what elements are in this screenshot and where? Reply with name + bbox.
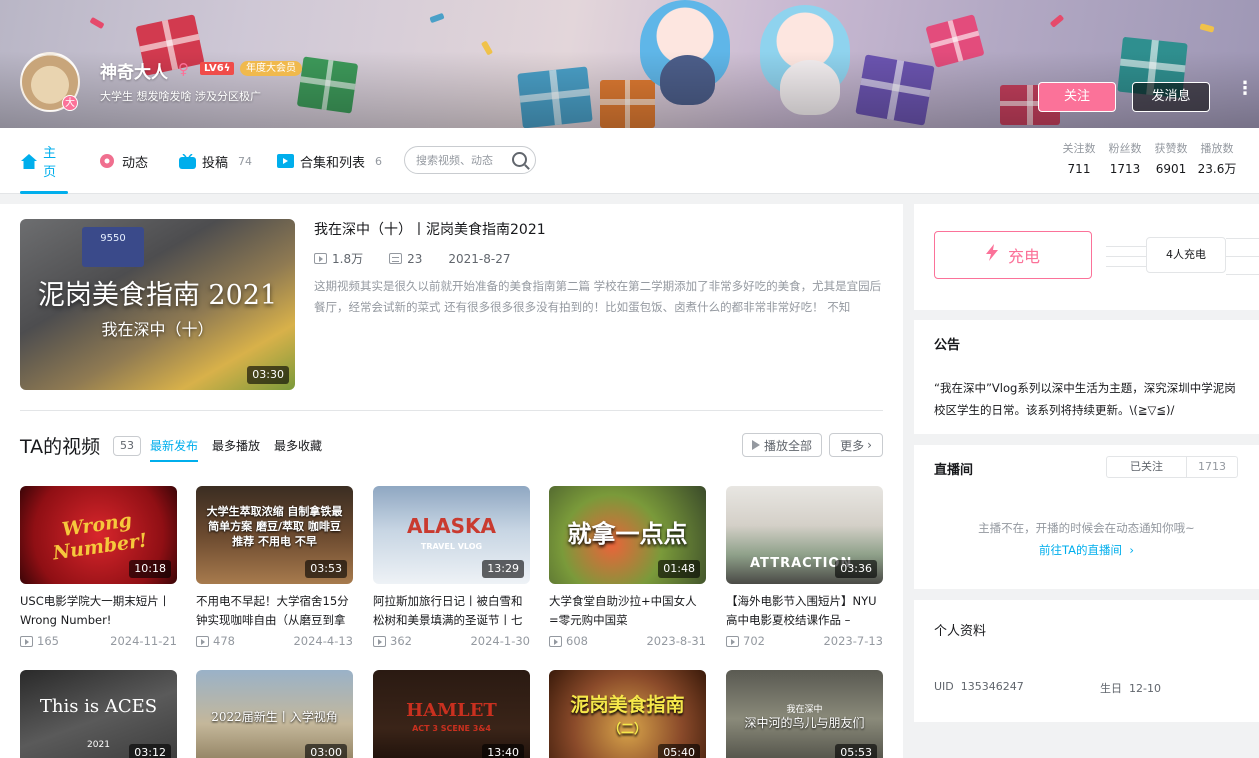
play-count-icon <box>373 635 386 647</box>
username: 神奇大人 <box>100 63 168 83</box>
play-count-icon <box>20 635 33 647</box>
video-card[interactable]: ALASKA TRAVEL VLOG 13:29 阿拉斯加旅行日记丨被白雪和松树… <box>373 486 530 648</box>
profile-uid: UID 135346247 <box>934 680 1024 693</box>
charge-count[interactable]: 4人充电 <box>1146 237 1226 273</box>
playlist-icon <box>276 153 294 169</box>
thumbnail-title: 泥岗美食指南 2021 <box>37 280 278 311</box>
stat-following[interactable]: 关注数 711 <box>1056 141 1102 181</box>
search-box <box>404 146 536 174</box>
annual-vip-medal[interactable]: 年度大会员 <box>240 61 302 76</box>
main-content: 9550 泥岗美食指南 2021 我在深中（十） 03:30 我在深中（十）丨泥… <box>0 204 903 758</box>
tab-home[interactable]: 主页 <box>20 128 68 194</box>
video-thumbnail[interactable]: 就拿一点点 01:48 <box>549 486 706 584</box>
video-thumbnail[interactable]: 大学生萃取浓缩 自制拿铁最简单方案 磨豆/萃取 咖啡豆推荐 不用电 不早 03:… <box>196 486 353 584</box>
profile-title: 个人资料 <box>934 624 987 639</box>
live-follow-toggle[interactable]: 已关注 1713 <box>1106 456 1238 478</box>
user-signature: 大学生 想发啥发啥 涉及分区极广 <box>100 90 261 103</box>
play-count-icon <box>726 635 739 647</box>
video-card[interactable]: 就拿一点点 01:48 大学食堂自助沙拉+中国女人=零元购中国菜 608 2023… <box>549 486 706 648</box>
videos-section-title: TA的视频 <box>20 436 101 458</box>
thumbnail-subtitle: 我在深中（十） <box>101 320 214 339</box>
video-title[interactable]: USC电影学院大一期末短片丨Wrong Number! <box>20 592 177 630</box>
play-count-icon <box>196 635 209 647</box>
video-card[interactable]: Wrong Number! 10:18 USC电影学院大一期末短片丨Wrong … <box>20 486 177 648</box>
play-count-icon <box>549 635 562 647</box>
notice-panel: 公告 “我在深中”Vlog系列以深中生活为主题，深究深圳中学泥岗校区学生的日常。… <box>914 320 1259 434</box>
scale-display: 9550 <box>82 227 144 267</box>
stat-plays: 播放数 23.6万 <box>1197 142 1237 176</box>
flower-icon <box>98 153 116 169</box>
play-all-button[interactable]: 播放全部 <box>742 433 822 457</box>
featured-video-meta: 1.8万 23 2021-8-27 <box>314 250 510 267</box>
profile-panel: 个人资料 UID 135346247 生日 12-10 <box>914 600 1259 722</box>
sort-tab-most-favorited[interactable]: 最多收藏 <box>274 437 322 454</box>
stat-likes: 获赞数 6901 <box>1154 142 1188 176</box>
lightning-icon <box>985 244 998 266</box>
charge-panel: 充电 4人充电 <box>914 204 1259 310</box>
stat-followers[interactable]: 粉丝数 1713 <box>1102 141 1148 181</box>
more-videos-button[interactable]: 更多 › <box>829 433 883 457</box>
search-icon[interactable] <box>512 152 527 167</box>
live-title: 直播间 <box>934 463 974 478</box>
chevron-right-icon: › <box>1129 543 1134 557</box>
tv-icon <box>178 153 196 169</box>
video-title[interactable]: 不用电不早起！大学宿舍15分钟实现咖啡自由（从磨豆到拿 <box>196 592 353 630</box>
video-thumbnail[interactable]: 2022届新生丨入学视角 03:00 <box>196 670 353 758</box>
sort-tab-latest[interactable]: 最新发布 <box>150 437 199 462</box>
level-badge: LV6ϟ <box>200 62 235 75</box>
charge-button[interactable]: 充电 <box>934 231 1092 279</box>
video-card[interactable]: HAMLET ACT 3 SCENE 3&4 13:40 <box>373 670 530 758</box>
videos-count-badge: 53 <box>113 436 141 456</box>
video-card[interactable]: 我在深中 深中河的鸟儿与朋友们 05:53 <box>726 670 883 758</box>
video-thumbnail[interactable]: 泥岗美食指南 （二） 05:40 <box>549 670 706 758</box>
tab-uploads[interactable]: 投稿 74 <box>178 128 252 194</box>
go-to-live-room-link[interactable]: 前往TA的直播间 › <box>914 542 1259 558</box>
danmaku-icon <box>389 253 403 264</box>
profile-nav: 主页 动态 投稿74 合集和列表6 关注数711 粉丝数1713 获赞数6901… <box>0 128 1259 194</box>
play-count-icon <box>314 253 327 264</box>
video-thumbnail[interactable]: Wrong Number! 10:18 <box>20 486 177 584</box>
more-options-icon[interactable]: ⋮ <box>1236 80 1254 98</box>
video-card[interactable]: This is ACES 2021 03:12 <box>20 670 177 758</box>
live-offline-message: 主播不在，开播的时候会在动态通知你哦~ <box>978 521 1195 535</box>
video-title[interactable]: 【海外电影节入围短片】NYU高中电影夏校结课作品 – <box>726 592 883 630</box>
tab-collections[interactable]: 合集和列表 6 <box>276 128 382 194</box>
profile-banner: 大 神奇大人 ♀ LV6ϟ 年度大会员 大学生 想发啥发啥 涉及分区极广 关注 … <box>0 0 1259 128</box>
featured-video-thumbnail[interactable]: 9550 泥岗美食指南 2021 我在深中（十） 03:30 <box>20 219 295 390</box>
video-thumbnail[interactable]: HAMLET ACT 3 SCENE 3&4 13:40 <box>373 670 530 758</box>
lightning-icon: ϟ <box>223 63 231 74</box>
follow-button[interactable]: 关注 <box>1038 82 1116 112</box>
video-duration: 03:30 <box>247 366 289 384</box>
notice-title: 公告 <box>934 338 961 353</box>
featured-video-description: 这期视频其实是很久以前就开始准备的美食指南第二篇 学校在第二学期添加了非常多好吃… <box>314 279 882 314</box>
video-card[interactable]: 泥岗美食指南 （二） 05:40 <box>549 670 706 758</box>
video-thumbnail[interactable]: ALASKA TRAVEL VLOG 13:29 <box>373 486 530 584</box>
featured-video-title[interactable]: 我在深中（十）丨泥岗美食指南2021 <box>314 219 546 239</box>
search-input[interactable] <box>416 153 506 167</box>
video-card[interactable]: ATTRACTION 03:36 【海外电影节入围短片】NYU高中电影夏校结课作… <box>726 486 883 648</box>
tab-dynamics[interactable]: 动态 <box>98 128 148 194</box>
vip-badge: 大 <box>62 95 78 111</box>
live-panel: 直播间 已关注 1713 主播不在，开播的时候会在动态通知你哦~ 前往TA的直播… <box>914 445 1259 589</box>
female-icon: ♀ <box>178 60 189 78</box>
video-thumbnail[interactable]: 我在深中 深中河的鸟儿与朋友们 05:53 <box>726 670 883 758</box>
send-message-button[interactable]: 发消息 <box>1132 82 1210 112</box>
chevron-right-icon: › <box>867 438 872 452</box>
home-icon <box>20 153 37 169</box>
user-stats: 关注数 711 粉丝数 1713 获赞数 6901 播放数 23.6万 <box>1056 141 1240 181</box>
video-thumbnail[interactable]: ATTRACTION 03:36 <box>726 486 883 584</box>
video-thumbnail[interactable]: This is ACES 2021 03:12 <box>20 670 177 758</box>
video-card[interactable]: 2022届新生丨入学视角 03:00 <box>196 670 353 758</box>
video-card[interactable]: 大学生萃取浓缩 自制拿铁最简单方案 磨豆/萃取 咖啡豆推荐 不用电 不早 03:… <box>196 486 353 648</box>
video-title[interactable]: 大学食堂自助沙拉+中国女人=零元购中国菜 <box>549 592 706 630</box>
notice-text: “我在深中”Vlog系列以深中生活为主题，深究深圳中学泥岗校区学生的日常。该系列… <box>934 381 1236 417</box>
video-title[interactable]: 阿拉斯加旅行日记丨被白雪和松树和美景填满的圣诞节丨七 <box>373 592 530 630</box>
profile-birthday: 生日 12-10 <box>1100 682 1161 695</box>
sort-tab-most-played[interactable]: 最多播放 <box>212 437 260 454</box>
play-icon <box>751 440 760 450</box>
